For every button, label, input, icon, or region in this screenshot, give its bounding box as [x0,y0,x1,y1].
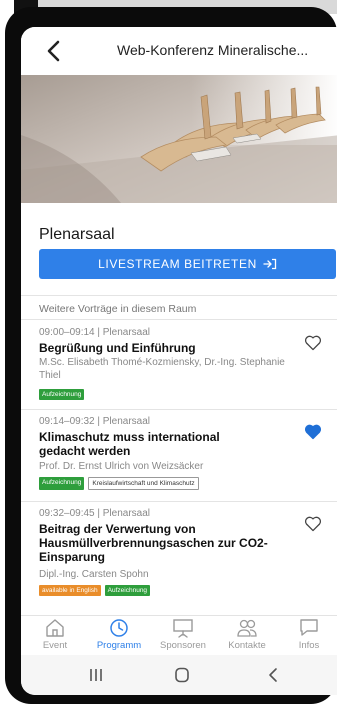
heart-outline-icon[interactable] [304,335,322,351]
nav-label: Programm [96,640,142,651]
tag-recording: Aufzeichnung [104,585,151,596]
talk-item[interactable]: 09:14–09:32 | Plenarsaal Klimaschutz mus… [21,410,337,502]
app-title: Web-Konferenz Mineralische... [117,42,309,58]
talk-title: Klimaschutz muss international gedacht w… [39,430,220,458]
home-icon [46,619,64,637]
livestream-join-label: LIVESTREAM BEITRETEN [98,257,257,271]
section-divider [21,319,337,320]
talk-time: 09:14–09:32 | Plenarsaal [39,416,151,427]
nav-label: Event [42,640,68,651]
nav-infos[interactable]: Infos [277,618,337,651]
livestream-join-button[interactable]: LIVESTREAM BEITRETEN [39,249,336,279]
people-icon [237,619,257,637]
clock-icon [110,619,128,637]
nav-programm[interactable]: Programm [87,618,151,651]
tag-topic: Kreislaufwirtschaft und Klimaschutz [88,477,199,490]
talk-tags: Aufzeichnung [39,389,85,400]
talk-title: Begrüßung und Einführung [39,341,196,355]
nav-label: Kontakte [228,640,266,651]
room-title: Plenarsaal [39,226,115,243]
recent-apps-icon[interactable] [87,667,105,683]
section-header: Weitere Vorträge in diesem Raum [39,303,197,315]
enter-icon [263,258,276,270]
app-bar: Web-Konferenz Mineralische... [21,27,337,75]
phone-frame: Web-Konferenz Mineralische... Plenarsaal… [5,7,337,704]
home-button-icon[interactable] [173,667,191,683]
tag-recording: Aufzeichnung [39,477,85,490]
heart-filled-icon[interactable] [304,424,322,440]
talk-time: 09:32–09:45 | Plenarsaal [39,508,151,519]
presentation-icon [173,619,193,638]
section-divider [21,295,337,296]
system-navigation-bar [21,655,337,695]
talk-speaker: Prof. Dr. Ernst Ulrich von Weizsäcker [39,461,204,472]
tag-english: available in English [39,585,101,596]
talk-tags: Aufzeichnung Kreislaufwirtschaft und Kli… [39,477,199,490]
bottom-navigation: Event Programm Sponsoren Kontakte Infos [21,615,337,656]
chat-icon [300,619,318,636]
nav-kontakte[interactable]: Kontakte [215,618,279,651]
app-screen: Web-Konferenz Mineralische... Plenarsaal… [21,27,337,695]
talk-speaker: M.Sc. Elisabeth Thomé-Kozmiensky, Dr.-In… [39,357,285,381]
nav-event[interactable]: Event [23,618,87,651]
nav-label: Sponsoren [160,640,206,651]
talk-time: 09:00–09:14 | Plenarsaal [39,327,151,338]
room-photo [21,75,337,203]
tag-recording: Aufzeichnung [39,389,85,400]
talk-tags: available in English Aufzeichnung [39,585,151,596]
talk-speaker: Dipl.-Ing. Carsten Spohn [39,569,149,580]
talk-item[interactable]: 09:32–09:45 | Plenarsaal Beitrag der Ver… [21,502,337,615]
talk-item[interactable]: 09:00–09:14 | Plenarsaal Begrüßung und E… [21,321,337,409]
heart-outline-icon[interactable] [304,516,322,532]
nav-label: Infos [298,640,320,651]
system-back-icon[interactable] [265,667,283,683]
nav-sponsoren[interactable]: Sponsoren [151,618,215,651]
talk-title: Beitrag der Verwertung von Hausmüllverbr… [39,522,268,564]
back-arrow-icon[interactable] [41,38,67,64]
